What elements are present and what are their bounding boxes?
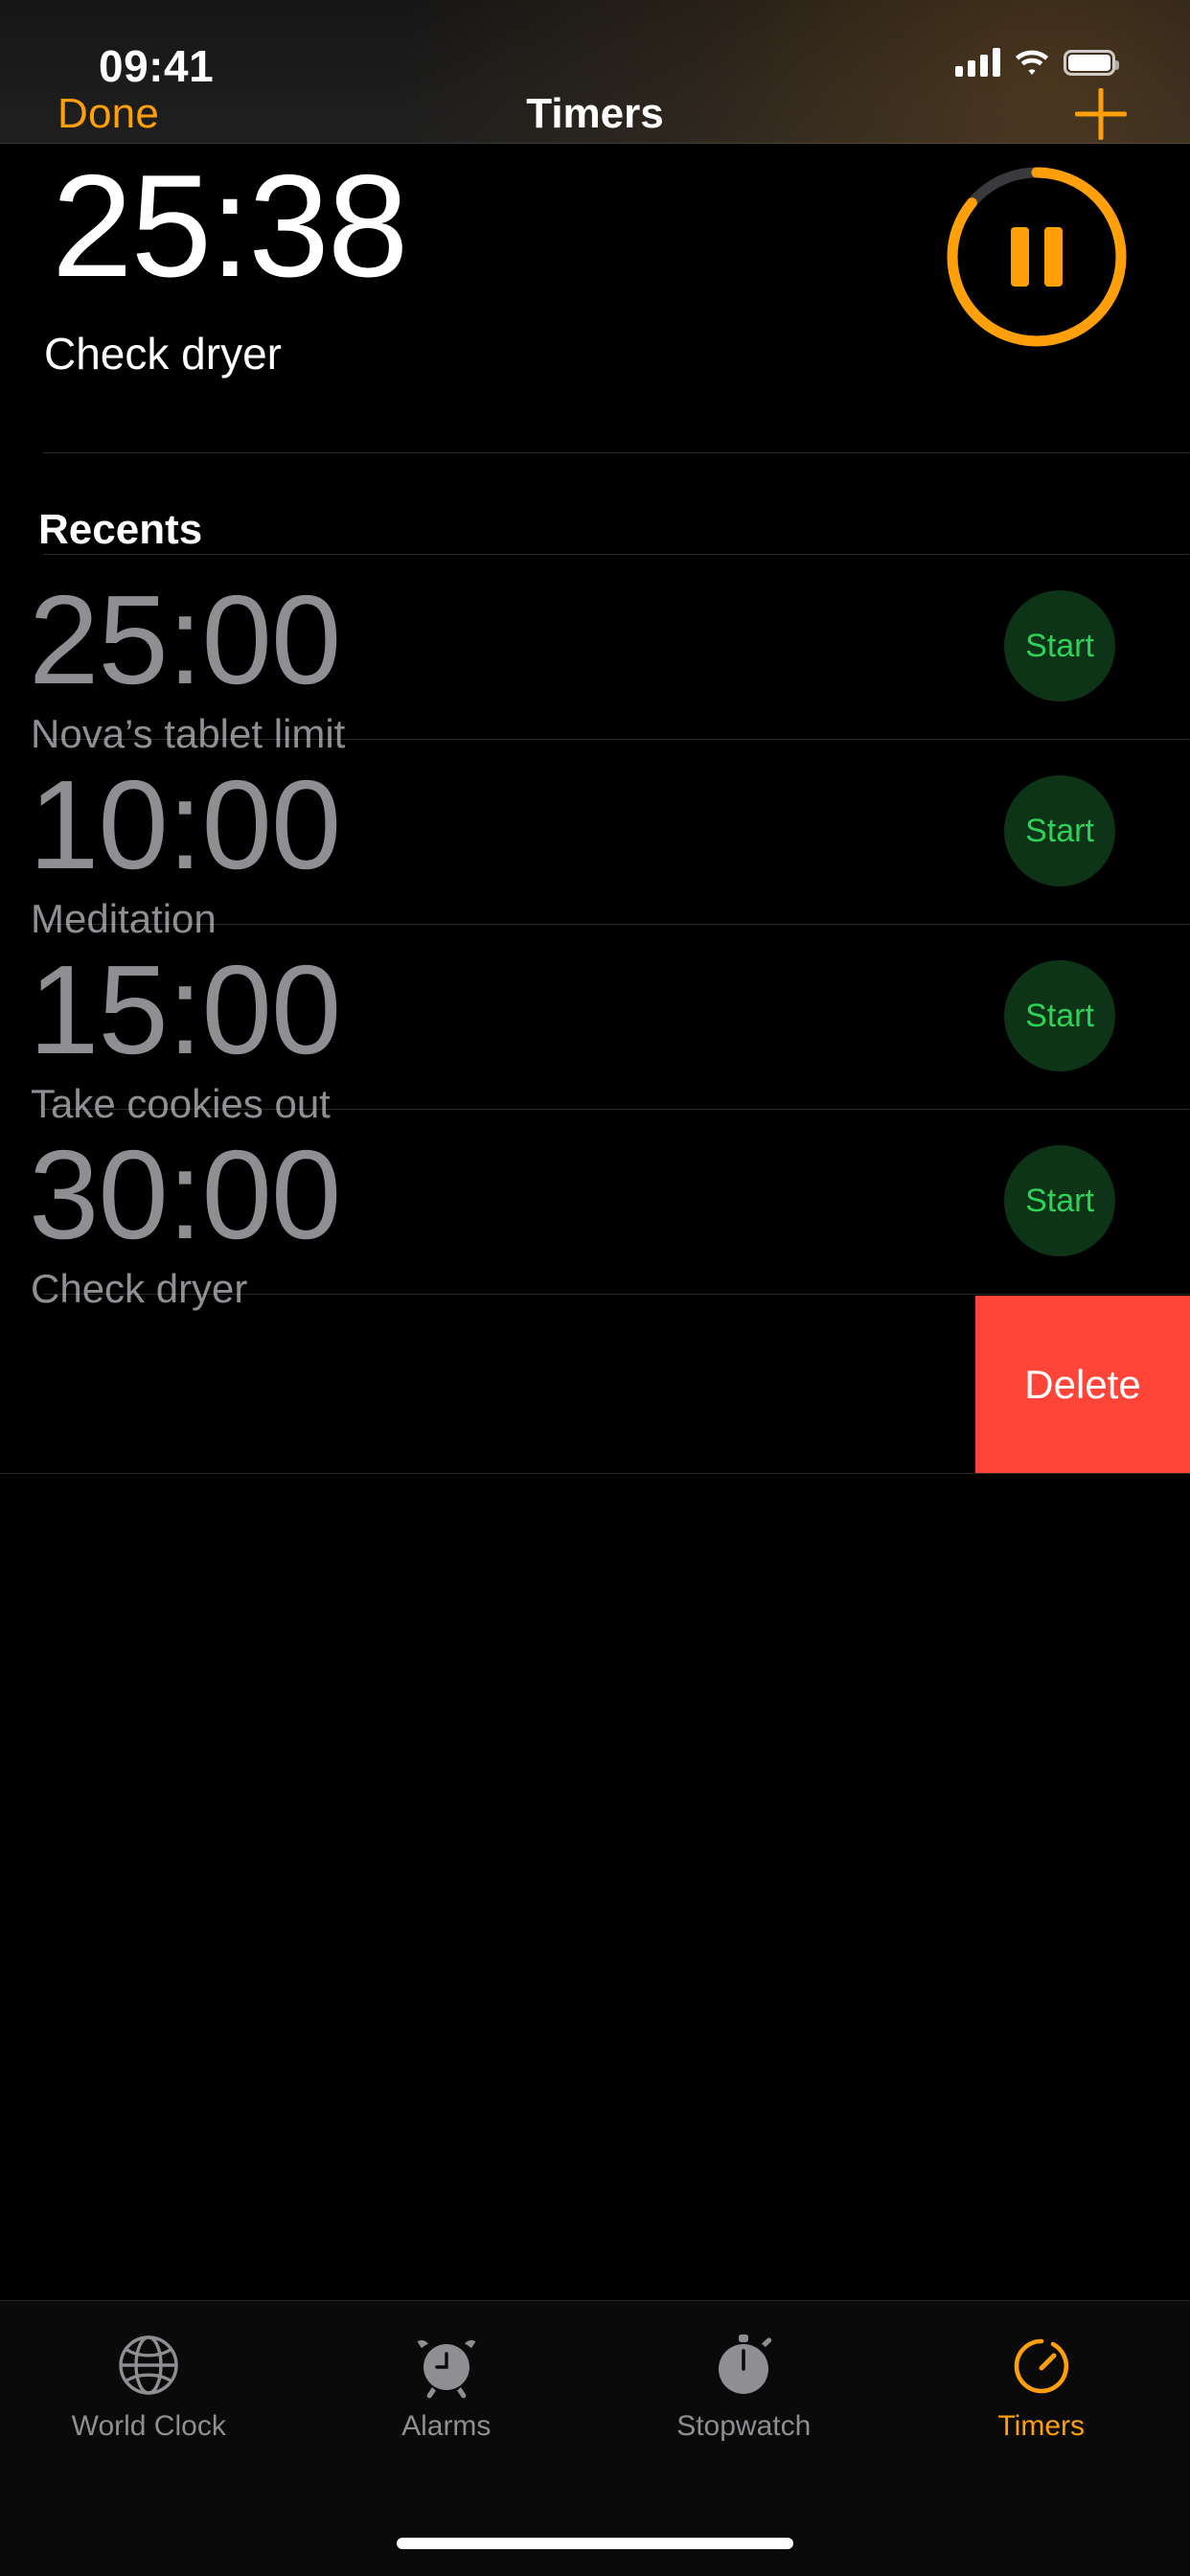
start-button[interactable]: Start	[1004, 590, 1115, 702]
list-item[interactable]: 10:00 Meditation Start	[0, 754, 1190, 941]
divider	[43, 924, 1190, 925]
battery-full-icon	[1064, 49, 1119, 76]
status-time: 09:41	[99, 41, 215, 91]
tab-label: World Clock	[71, 2410, 226, 2442]
globe-icon	[113, 2330, 184, 2401]
tab-timers[interactable]: Timers	[893, 2330, 1190, 2443]
alarm-clock-icon	[411, 2330, 482, 2401]
tab-stopwatch[interactable]: Stopwatch	[595, 2330, 893, 2443]
divider	[0, 1473, 1190, 1474]
start-button[interactable]: Start	[1004, 775, 1115, 886]
tab-label: Stopwatch	[676, 2410, 812, 2442]
divider	[43, 1109, 1190, 1110]
timers-content: 25:38 Check dryer Recents 25:00 Nova’s t…	[0, 144, 1190, 2300]
pause-button[interactable]	[943, 163, 1131, 351]
tab-label: Alarms	[401, 2410, 492, 2442]
recent-time: 15:00	[29, 939, 341, 1080]
recent-label: Take cookies out	[31, 1081, 331, 1126]
tab-list: World Clock Alarms Stopwatch Timers	[0, 2301, 1190, 2443]
active-timer-label: Check dryer	[44, 329, 282, 379]
status-bar: 09:41	[0, 0, 1190, 144]
status-icons	[955, 42, 1119, 82]
divider	[43, 554, 1190, 555]
recent-time: 10:00	[29, 754, 341, 895]
recent-time: 25:00	[29, 569, 341, 710]
tab-world-clock[interactable]: World Clock	[0, 2330, 298, 2443]
stopwatch-icon	[708, 2330, 779, 2401]
recent-label: Nova’s tablet limit	[31, 711, 346, 756]
tab-bar: World Clock Alarms Stopwatch Timers	[0, 2300, 1190, 2576]
start-button[interactable]: Start	[1004, 1145, 1115, 1256]
home-indicator[interactable]	[397, 2538, 793, 2549]
recent-label: Meditation	[31, 896, 217, 941]
tab-alarms[interactable]: Alarms	[298, 2330, 596, 2443]
delete-button[interactable]: Delete	[975, 1296, 1190, 1473]
recents-header: Recents	[38, 506, 203, 553]
pause-icon	[1011, 227, 1063, 287]
active-timer-remaining: 25:38	[52, 145, 408, 308]
list-item-swiped[interactable]: :00 top oven Delete	[0, 1296, 1190, 1473]
list-item[interactable]: 25:00 Nova’s tablet limit Start	[0, 569, 1190, 756]
timer-icon	[1006, 2330, 1077, 2401]
tab-label: Timers	[997, 2410, 1086, 2442]
list-item[interactable]: 15:00 Take cookies out Start	[0, 939, 1190, 1126]
timers-screen: Done Timers 09:41 25:38 Check dryer Rece…	[0, 0, 1190, 2576]
cellular-bars-icon	[955, 48, 1000, 77]
divider	[43, 452, 1190, 453]
active-timer-row[interactable]: 25:38 Check dryer	[0, 144, 1190, 379]
start-button[interactable]: Start	[1004, 960, 1115, 1071]
list-item[interactable]: 30:00 Check dryer Start	[0, 1124, 1190, 1311]
divider	[43, 1294, 1190, 1295]
divider	[43, 739, 1190, 740]
wifi-icon	[1014, 48, 1050, 77]
recent-time: 30:00	[29, 1124, 341, 1265]
